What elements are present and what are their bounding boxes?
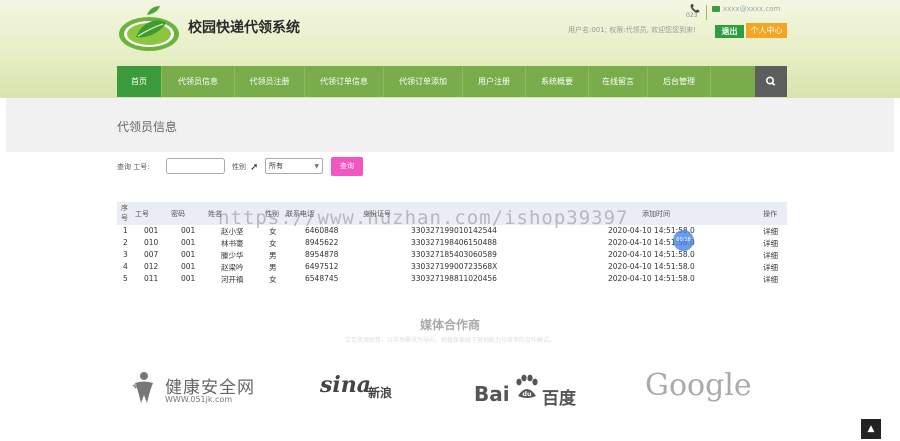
- col-password: 密码: [171, 210, 185, 218]
- gender-select[interactable]: 所有 ▼: [265, 158, 323, 174]
- gender-query-label: 性别: [232, 163, 246, 171]
- cell-id: 012: [144, 262, 159, 271]
- cell-id: 011: [144, 274, 159, 283]
- page-heading-band: 代领员信息: [6, 98, 894, 152]
- back-to-top-button[interactable]: ▲: [861, 419, 881, 439]
- contact-divider: [706, 5, 707, 20]
- detail-link[interactable]: 详细: [763, 226, 778, 237]
- cell-name: 赵梁吟: [221, 263, 244, 272]
- media-partners-title: 媒体合作商: [419, 318, 480, 332]
- cell-idcard: 330327185403060589: [411, 250, 497, 259]
- gender-select-value: 所有: [269, 162, 283, 170]
- cell-password: 001: [181, 274, 196, 283]
- cell-name: 河开禛: [221, 275, 244, 284]
- nav-item-system-overview[interactable]: 系统概要: [526, 66, 589, 97]
- col-id: 工号: [135, 210, 149, 218]
- cell-phone: 6548745: [305, 274, 339, 283]
- watermark-text: https://www.huzhan.com/ishop39397: [218, 207, 629, 229]
- contact-info: 📞 023 xxxx@xxxx.com: [686, 2, 790, 22]
- cell-seq: 5: [123, 274, 128, 283]
- cell-idcard: 330327198811020456: [411, 274, 497, 283]
- cell-id: 001: [144, 226, 159, 235]
- cell-seq: 2: [123, 238, 128, 247]
- cell-idcard: 330327198406150488: [411, 238, 497, 247]
- table-row: 4 012 001 赵梁吟 男 6497512 3303271990072356…: [117, 261, 787, 273]
- query-form: 查询 工号: 性别 ➚ 所有 ▼ 查询: [117, 156, 517, 178]
- cell-password: 001: [181, 250, 196, 259]
- cell-phone: 8945622: [305, 238, 339, 247]
- email-text: xxxx@xxxx.com: [723, 5, 781, 13]
- cell-seq: 1: [123, 226, 128, 235]
- cell-id: 007: [144, 250, 159, 259]
- cell-password: 001: [181, 238, 196, 247]
- partner-sina-cn: 新浪: [368, 386, 393, 400]
- cell-gender: 女: [269, 239, 277, 248]
- table-row: 5 011 001 河开禛 女 6548745 3303271988110204…: [117, 273, 787, 285]
- cell-added: 2020-04-10 14:51:58.0: [608, 274, 695, 283]
- mail-icon: [712, 6, 720, 12]
- cell-idcard: 33032719900723568X: [411, 262, 498, 271]
- nav-item-user-register[interactable]: 用户注册: [463, 66, 526, 97]
- search-icon: [766, 76, 776, 86]
- nav-item-courier-info[interactable]: 代领员信息: [162, 66, 235, 97]
- chevron-down-icon: ▼: [314, 163, 319, 170]
- cell-name: 林书豪: [221, 239, 244, 248]
- id-query-label: 查询 工号:: [117, 163, 150, 171]
- site-title: 校园快递代领系统: [188, 20, 300, 36]
- mouse-cursor-icon: ➚: [250, 162, 259, 173]
- nav-search-button[interactable]: [755, 66, 787, 97]
- col-added: 添加时间: [642, 210, 670, 218]
- personal-center-button[interactable]: 个人中心: [746, 23, 787, 38]
- partner-sina-latin: sina: [320, 372, 371, 398]
- search-button[interactable]: 查询: [331, 157, 363, 176]
- cell-id: 010: [144, 238, 159, 247]
- partner-logo-051jk[interactable]: 健康安全网 WWW.051jk.com: [131, 371, 261, 407]
- detail-link[interactable]: 详细: [763, 262, 778, 273]
- nav-item-order-info[interactable]: 代领订单信息: [305, 66, 384, 97]
- health-figure-icon: [132, 372, 153, 403]
- nav-item-admin[interactable]: 后台管理: [648, 66, 711, 97]
- cell-password: 001: [181, 226, 196, 235]
- cell-added: 2020-04-10 14:51:58.0: [608, 250, 695, 259]
- detail-link[interactable]: 详细: [763, 238, 778, 249]
- nav-item-order-add[interactable]: 代领订单添加: [384, 66, 463, 97]
- partner-baidu-paw-text: du: [522, 390, 532, 398]
- user-info: 用户名:001; 权限:代领员, 欢迎您您到来!: [568, 26, 696, 34]
- logout-button[interactable]: 退出: [715, 25, 744, 38]
- cell-name: 滕少华: [221, 251, 244, 260]
- partner-baidu-cn: 百度: [542, 389, 576, 409]
- nav-item-home[interactable]: 首页: [117, 66, 162, 97]
- cell-seq: 4: [123, 262, 128, 271]
- detail-link[interactable]: 详细: [763, 274, 778, 285]
- cell-gender: 男: [269, 251, 277, 260]
- partner-logo-baidu[interactable]: Bai du 百度: [474, 374, 584, 409]
- nav-item-courier-register[interactable]: 代领员注册: [235, 66, 305, 97]
- phone-number: 023: [686, 12, 698, 19]
- id-query-input[interactable]: [166, 158, 225, 174]
- site-header: 校园快递代领系统 📞 023 xxxx@xxxx.com 用户名:001; 权限…: [0, 0, 900, 98]
- paw-icon: du: [516, 374, 538, 398]
- partner-logo-google[interactable]: Google: [645, 368, 752, 403]
- main-nav: 首页 代领员信息 代领员注册 代领订单信息 代领订单添加 用户注册 系统概要 在…: [117, 66, 787, 97]
- detail-link[interactable]: 详细: [763, 250, 778, 261]
- cell-added: 2020-04-10 14:51:58.0: [608, 262, 695, 271]
- cell-password: 001: [181, 262, 196, 271]
- nav-item-messages[interactable]: 在线留言: [589, 66, 648, 97]
- cell-gender: 男: [269, 263, 277, 272]
- cell-seq: 3: [123, 250, 128, 259]
- col-seq: 序号: [121, 204, 128, 222]
- table-row: 3 007 001 滕少华 男 8954878 3303271854030605…: [117, 249, 787, 261]
- cell-gender: 女: [269, 275, 277, 284]
- floating-timer-badge[interactable]: 00:18: [673, 230, 694, 251]
- partner-baidu-latin: Bai: [474, 382, 510, 406]
- media-partners-subtitle: 立足资源优势，以市场需求为导向，积极探索线下营销能力与效率的合作模式。: [344, 337, 555, 344]
- partner-logo-sina[interactable]: sina 新浪: [320, 372, 410, 408]
- cell-phone: 6497512: [305, 262, 339, 271]
- cell-phone: 8954878: [305, 250, 339, 259]
- leaf-logo-icon[interactable]: [116, 3, 182, 53]
- page-title: 代领员信息: [117, 120, 178, 134]
- col-action: 操作: [763, 210, 777, 218]
- partner-051jk-url: WWW.051jk.com: [165, 395, 233, 404]
